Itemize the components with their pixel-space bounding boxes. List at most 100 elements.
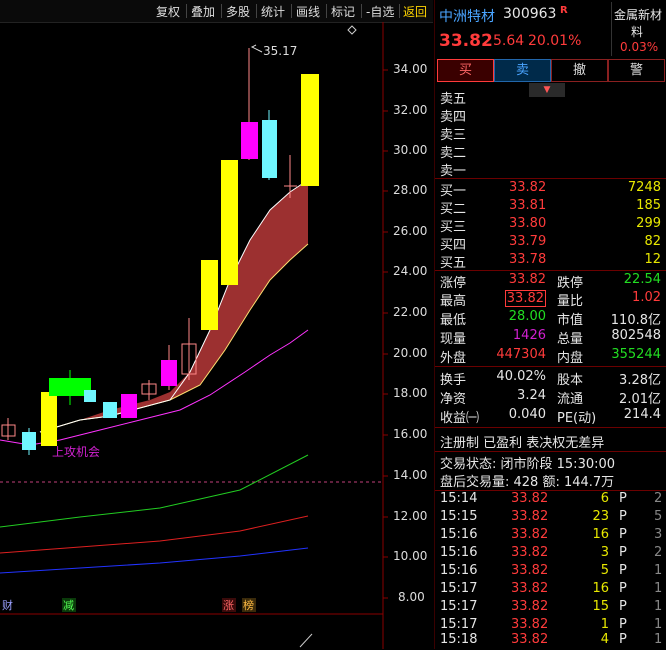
limit-row: 涨停 33.82 跌停 22.54: [440, 272, 661, 291]
after-hours-volume: 盘后交易量: 428 额: 144.7万: [440, 475, 615, 490]
toolbar-duogu-button[interactable]: 多股: [226, 3, 250, 20]
y-tick-label: 22.00: [393, 305, 428, 319]
sell-level-1: 卖一: [440, 164, 467, 179]
signal-label: 上攻机会: [52, 445, 101, 459]
y-tick-label: 20.00: [393, 346, 428, 360]
y-tick-label: 28.00: [393, 183, 428, 197]
candle: [241, 122, 258, 159]
low-row: 最低 28.00 市值 110.8亿: [440, 309, 661, 328]
tag-bang[interactable]: 榜: [243, 597, 254, 613]
y-tick-label: 34.00: [393, 62, 428, 76]
axis-ticks: [383, 69, 388, 599]
tick-row: 15:15 33.82 23 P 5: [440, 509, 663, 524]
chart-toolbar: 复权 叠加 多股 统计 画线 标记 -自选 返回: [0, 0, 433, 23]
price-change-pct: 20.01%: [528, 33, 582, 49]
toolbar-zixuan-button[interactable]: -自选: [366, 3, 394, 20]
divider: [435, 270, 666, 271]
kline-chart[interactable]: 34.00 32.00 30.00 28.00 26.00 24.00 22.0…: [0, 22, 433, 649]
divider: [435, 427, 666, 428]
tag-jian[interactable]: 减: [63, 597, 74, 613]
candle: [41, 392, 57, 446]
buy-level-5[interactable]: 买五 33.78 12: [435, 252, 666, 271]
toolbar-fuquan-button[interactable]: 复权: [156, 3, 180, 20]
toolbar-separator: [291, 4, 292, 18]
y-tick-label: 16.00: [393, 427, 428, 441]
y-tick-label: 12.00: [393, 509, 428, 523]
sell-level-2: 卖二: [440, 146, 467, 161]
candle: [121, 394, 137, 418]
divider: [435, 366, 666, 367]
tick-row: 15:14 33.82 6 P 2: [440, 491, 663, 506]
toolbar-separator: [361, 4, 362, 18]
candle: [161, 360, 177, 386]
toolbar-diejia-button[interactable]: 叠加: [191, 3, 215, 20]
sell-level-3: 卖三: [440, 128, 467, 143]
sector-box[interactable]: 金属新材 料 0.03%: [611, 2, 666, 56]
kline-canvas: [0, 22, 388, 649]
tick-row: 15:16 33.82 5 P 1: [440, 563, 663, 578]
toolbar-tongji-button[interactable]: 统计: [261, 3, 285, 20]
buy-level-4[interactable]: 买四 33.79 82: [435, 234, 666, 253]
netasset-row: 净资 3.24 流通 2.01亿: [440, 388, 661, 407]
tag-cai[interactable]: 财: [2, 597, 13, 613]
candle: [22, 432, 36, 450]
cancel-order-button[interactable]: 撤: [551, 59, 608, 82]
toolbar-separator: [256, 4, 257, 18]
buy-level-2[interactable]: 买二 33.81 185: [435, 198, 666, 217]
sector-name: 金属新材: [614, 8, 663, 22]
sell-level-5: 卖五: [440, 92, 467, 107]
candle: [84, 390, 96, 402]
toolbar-separator: [399, 4, 400, 18]
divider: [435, 451, 666, 452]
y-tick-label: 30.00: [393, 143, 428, 157]
eps-row: 收益㈠ 0.040 PE(动) 214.4: [440, 407, 661, 426]
diamond-icon: [347, 25, 357, 35]
buy-button[interactable]: 买: [437, 59, 494, 82]
trade-status: 交易状态: 闭市阶段 15:30:00: [440, 457, 616, 472]
toolbar-separator: [221, 4, 222, 18]
quote-panel: 中洲特材 300963 R 33.82 5.64 20.01% 金属新材 料 0…: [434, 0, 666, 649]
ma-green-line: [0, 454, 309, 528]
tick-row: 15:17 33.82 16 P 1: [440, 581, 663, 596]
toolbar-back-button[interactable]: 返回: [403, 3, 427, 20]
y-tick-label: 8.00: [398, 590, 425, 604]
y-tick-label: 10.00: [393, 549, 428, 563]
pan-row: 外盘 447304 内盘 355244: [440, 347, 661, 366]
buy-level-3[interactable]: 买三 33.80 299: [435, 216, 666, 235]
high-price-label: 35.17: [263, 44, 298, 58]
sector-name-cont: 料: [631, 25, 644, 39]
y-tick-label: 14.00: [393, 468, 428, 482]
tick-row: 15:18 33.82 4 P 1: [440, 632, 663, 647]
margin-flag: R: [560, 5, 568, 16]
candle: [103, 402, 117, 418]
candle: [262, 120, 277, 178]
y-tick-label: 18.00: [393, 386, 428, 400]
sector-pct: 0.03%: [620, 40, 659, 54]
candle: [301, 74, 319, 186]
toolbar-separator: [326, 4, 327, 18]
stock-name: 中洲特材: [439, 9, 495, 25]
tag-zhang[interactable]: 涨: [223, 597, 234, 613]
stock-code: 300963: [503, 6, 557, 22]
tick-row: 15:17 33.82 15 P 1: [440, 599, 663, 614]
tick-row: 15:16 33.82 3 P 2: [440, 545, 663, 560]
turnover-row: 换手 40.02% 股本 3.28亿: [440, 369, 661, 388]
high-row: 最高 33.82 量比 1.02: [440, 290, 661, 309]
tick-row: 15:16 33.82 16 P 3: [440, 527, 663, 542]
candle: [201, 260, 218, 330]
divider: [435, 178, 666, 179]
ma-blue-line: [0, 547, 309, 574]
candle: [221, 160, 238, 285]
sell-button[interactable]: 卖: [494, 59, 551, 82]
price-change: 5.64: [493, 33, 525, 49]
sell-level-4: 卖四: [440, 110, 467, 125]
alert-button[interactable]: 警: [608, 59, 665, 82]
y-tick-label: 24.00: [393, 264, 428, 278]
volume-row: 现量 1426 总量 802548: [440, 328, 661, 347]
toolbar-biaoji-button[interactable]: 标记: [331, 3, 355, 20]
high-marker-arrow: [250, 44, 263, 53]
y-tick-label: 32.00: [393, 103, 428, 117]
toolbar-huaxian-button[interactable]: 画线: [296, 3, 320, 20]
buy-level-1[interactable]: 买一 33.82 7248: [435, 180, 666, 199]
y-tick-label: 26.00: [393, 224, 428, 238]
